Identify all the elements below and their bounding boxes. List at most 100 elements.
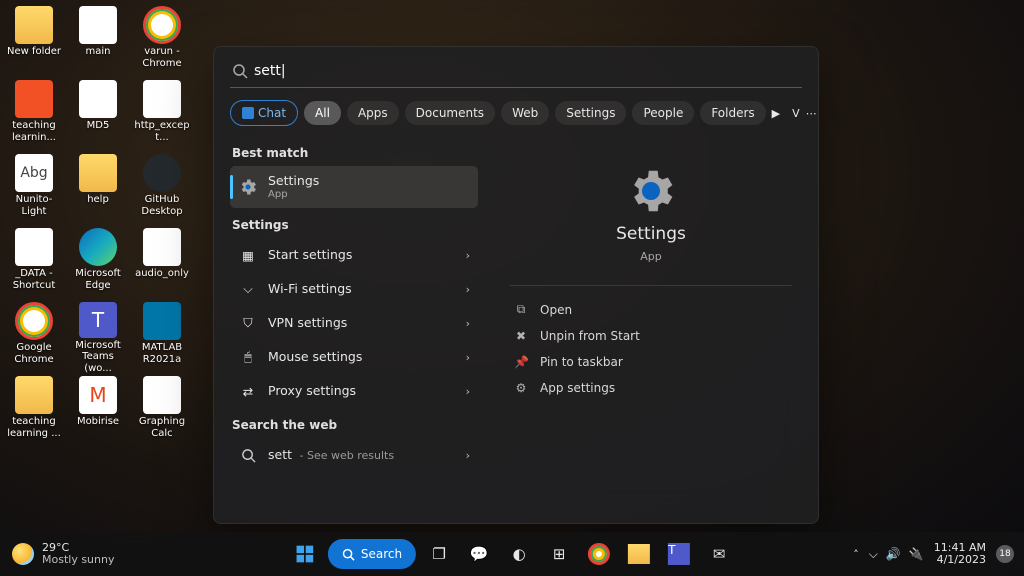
desktop-icon[interactable]: MMobirise [68,374,128,448]
desktop-icon[interactable]: Graphing Calc [132,374,192,448]
bing-b-icon [242,107,254,119]
notification-badge[interactable]: 18 [996,545,1014,563]
desktop-icon[interactable]: AbgNunito-Light [4,152,64,226]
taskbar-mail[interactable]: ✉ [702,537,736,571]
weather-desc: Mostly sunny [42,554,114,566]
filter-documents[interactable]: Documents [405,101,495,125]
desktop-icon[interactable]: Microsoft Edge [68,226,128,300]
desktop-icon[interactable]: TMicrosoft Teams (wo... [68,300,128,374]
user-avatar[interactable]: V [792,102,800,124]
taskbar-explorer[interactable] [622,537,656,571]
taskbar-system-tray: ˄ ⌵ 🔊 🔌 11:41 AM 4/1/2023 18 [853,542,1024,566]
result-setting[interactable]: ⛉ VPN settings › [230,306,478,340]
desktop-icon[interactable]: New folder [4,4,64,78]
grid-icon: ▦ [238,245,258,265]
search-bar[interactable]: sett [230,63,802,88]
chevron-right-icon: › [466,249,470,262]
result-title: Start settings [268,247,456,263]
volume-icon[interactable]: 🔊 [886,547,901,561]
gear-icon: ⚙ [514,381,528,395]
weather-icon [12,543,34,565]
taskbar-search-button[interactable]: Search [328,539,416,569]
divider [510,285,792,286]
unpin-icon: ✖ [514,329,528,343]
preview-subtitle: App [640,250,662,263]
search-input[interactable]: sett [254,63,802,79]
filter-more-arrow-icon[interactable]: ▶ [772,102,780,124]
result-web-search[interactable]: sett - See web results › [230,438,478,472]
folder-icon [79,154,117,192]
desktop-icon[interactable]: teaching learnin... [4,78,64,152]
taskbar-teams[interactable]: T [662,537,696,571]
filter-folders[interactable]: Folders [700,101,765,125]
result-setting[interactable]: ⇄Proxy settings› [230,374,478,408]
preview-action[interactable]: ⚙ App settings [510,375,792,401]
result-setting[interactable]: ⌵Wi-Fi settings› [230,272,478,306]
desktop-icon[interactable]: main [68,4,128,78]
desktop-icon[interactable]: Google Chrome [4,300,64,374]
filter-people[interactable]: People [632,101,694,125]
desktop-icon[interactable]: MATLAB R2021a [132,300,192,374]
desktop-icon[interactable]: help [68,152,128,226]
search-preview-pane: Settings App ⧉Open✖Unpin from Start📌Pin … [484,134,818,523]
taskbar-chrome[interactable] [582,537,616,571]
desktop-icon[interactable]: MD5 [68,78,128,152]
web-suffix: - See web results [296,449,394,462]
filter-web[interactable]: Web [501,101,549,125]
search-icon [232,63,248,79]
section-search-web: Search the web [232,418,478,432]
action-label: App settings [540,381,615,395]
desktop-icon[interactable]: audio_only [132,226,192,300]
desktop-icon-label: New folder [7,46,61,58]
result-setting[interactable]: 🖱Mouse settings› [230,340,478,374]
result-settings-app[interactable]: SettingsApp [230,166,478,208]
file-icon [79,80,117,118]
chrome-icon [15,302,53,340]
filter-settings[interactable]: Settings [555,101,626,125]
desktop-icon[interactable]: GitHub Desktop [132,152,192,226]
desktop-icon-label: MATLAB R2021a [133,342,191,365]
windows-icon [295,544,315,564]
result-title: VPN settings [268,315,456,331]
action-label: Open [540,303,572,317]
section-best-match: Best match [232,146,478,160]
result-title: Mouse settings [268,349,456,365]
start-button[interactable] [288,537,322,571]
tray-chevron-up-icon[interactable]: ˄ [853,548,859,561]
chevron-right-icon: › [466,385,470,398]
filter-apps[interactable]: Apps [347,101,399,125]
shield-icon: ⛉ [238,313,258,333]
desktop-icon-label: audio_only [135,268,189,280]
desktop-icon[interactable]: teaching learning ... [4,374,64,448]
result-setting[interactable]: ▦ Start settings › [230,238,478,272]
filter-chat[interactable]: Chat [230,100,298,126]
taskbar-chat[interactable]: 💬 [462,537,496,571]
folder-icon [15,6,53,44]
section-settings: Settings [232,218,478,232]
desktop-icon[interactable]: _DATA - Shortcut [4,226,64,300]
mouse-icon: 🖱 [238,347,258,367]
taskbar: 29°C Mostly sunny Search ❐ 💬 ◐ ⊞ T ✉ ˄ ⌵… [0,532,1024,576]
brave-icon [15,80,53,118]
taskbar-weather-widget[interactable]: 29°C Mostly sunny [0,542,114,566]
desktop-icon[interactable]: http_except... [132,78,192,152]
more-options-icon[interactable]: ⋯ [806,102,817,124]
gear-icon [624,164,678,218]
preview-action[interactable]: ⧉ Open [510,296,792,323]
open-icon: ⧉ [514,302,528,317]
taskbar-store[interactable]: ⊞ [542,537,576,571]
desktop-icon[interactable]: varun - Chrome [132,4,192,78]
taskbar-task-view[interactable]: ❐ [422,537,456,571]
file-icon: Abg [15,154,53,192]
taskbar-clock[interactable]: 11:41 AM 4/1/2023 [934,542,986,566]
folder-icon [15,376,53,414]
filter-all[interactable]: All [304,101,341,125]
chevron-right-icon: › [466,317,470,330]
clock-date: 4/1/2023 [937,554,986,566]
preview-action[interactable]: 📌Pin to taskbar [510,349,792,375]
preview-action[interactable]: ✖Unpin from Start [510,323,792,349]
wifi-icon[interactable]: ⌵ [869,547,878,562]
search-icon [342,548,355,561]
taskbar-copilot[interactable]: ◐ [502,537,536,571]
battery-icon[interactable]: 🔌 [909,547,924,561]
